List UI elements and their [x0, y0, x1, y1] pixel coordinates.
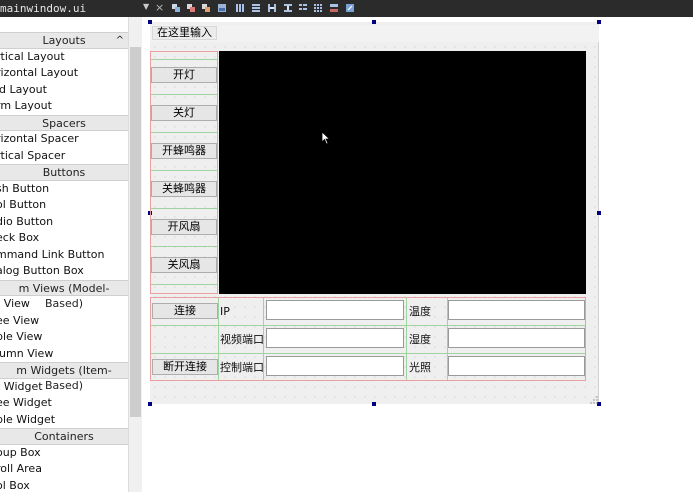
category-containers[interactable]: Containers [0, 428, 128, 445]
fan-on-button[interactable]: 开风扇 [151, 219, 217, 235]
humidity-input[interactable] [448, 328, 585, 348]
edit-tab-order-icon[interactable] [217, 3, 227, 13]
form-menu-bar: 在这里输入 [150, 25, 599, 42]
layout-form-icon[interactable] [298, 3, 308, 13]
disconnect-button[interactable]: 断开连接 [152, 359, 218, 375]
layout-h-splitter-icon[interactable] [267, 3, 277, 13]
fan-off-button[interactable]: 关风扇 [151, 257, 217, 273]
layout-guide [151, 59, 217, 60]
light-on-button[interactable]: 开灯 [151, 67, 217, 83]
selection-handle[interactable] [597, 211, 601, 215]
buzzer-off-button[interactable]: 关蜂鸣器 [151, 181, 217, 197]
selection-handle[interactable] [148, 402, 152, 406]
widget-item-form-layout[interactable]: rm Layout [0, 98, 128, 115]
widget-item-radio-button[interactable]: dio Button [0, 214, 128, 231]
layout-grid-icon[interactable] [313, 3, 323, 13]
menu-type-here-entry[interactable]: 在这里输入 [152, 26, 217, 40]
temperature-input[interactable] [448, 300, 585, 320]
widget-item-push-button[interactable]: sh Button [0, 181, 128, 198]
layout-guide [151, 353, 585, 354]
layout-guide [406, 298, 407, 380]
adjust-size-icon[interactable] [345, 3, 355, 13]
close-icon[interactable]: × [155, 0, 164, 16]
selection-handle[interactable] [597, 20, 601, 24]
selection-handle[interactable] [372, 20, 376, 24]
humidity-label: 湿度 [409, 333, 431, 346]
widget-box-scrollbar[interactable] [128, 17, 142, 492]
selection-handle[interactable] [372, 402, 376, 406]
connection-grid-layout: 连接 断开连接 IP 视频端口 控制端口 温度 湿度 光照 [150, 297, 586, 381]
resize-grip-icon[interactable] [590, 396, 598, 404]
widget-item-dialog-button-box[interactable]: alog Button Box [0, 263, 128, 280]
widget-item-scroll-area[interactable]: roll Area [0, 461, 128, 478]
video-port-label: 视频端口 [220, 333, 264, 346]
widget-box-panel: Layouts ^ rtical Layout rizontal Layout i… [0, 17, 142, 492]
file-tab[interactable]: mainwindow.ui [0, 1, 146, 16]
layout-v-splitter-icon[interactable] [283, 3, 293, 13]
widget-item-command-link-button[interactable]: mmand Link Button [0, 247, 128, 264]
mouse-cursor-icon [321, 131, 331, 145]
layout-guide [151, 132, 217, 133]
selection-handle[interactable] [148, 20, 152, 24]
category-title: Layouts [42, 34, 86, 47]
widget-item-table-view[interactable]: ble View [0, 329, 128, 346]
light-off-button[interactable]: 关灯 [151, 105, 217, 121]
control-button-layout: 开灯 关灯 开蜂鸣器 关蜂鸣器 开风扇 关风扇 [150, 51, 218, 294]
connect-button[interactable]: 连接 [152, 303, 218, 319]
temperature-label: 温度 [409, 305, 431, 318]
video-port-input[interactable] [266, 328, 404, 348]
edit-signals-icon[interactable] [186, 3, 196, 13]
widget-item-vertical-spacer[interactable]: rtical Spacer [0, 148, 128, 165]
buzzer-on-button[interactable]: 开蜂鸣器 [151, 143, 217, 159]
control-port-label: 控制端口 [220, 361, 264, 374]
collapse-icon[interactable]: ^ [116, 33, 124, 48]
widget-item-tree-widget[interactable]: ee Widget [0, 395, 128, 412]
widget-item-grid-layout[interactable]: id Layout [0, 82, 128, 99]
ip-input[interactable] [266, 300, 404, 320]
widget-item-table-widget[interactable]: ble Widget [0, 412, 128, 429]
layout-guide [151, 284, 217, 285]
control-port-input[interactable] [266, 356, 404, 376]
widget-item-vertical-layout[interactable]: rtical Layout [0, 49, 128, 66]
layout-guide [151, 325, 585, 326]
widget-item-horizontal-spacer[interactable]: rizontal Spacer [0, 131, 128, 148]
layout-guide [151, 208, 217, 209]
widget-item-group-box[interactable]: oup Box [0, 445, 128, 462]
edit-widgets-icon[interactable] [171, 3, 181, 13]
category-item-widgets[interactable]: m Widgets (Item-Based) [0, 362, 128, 392]
edit-buddies-icon[interactable] [201, 3, 211, 13]
editor-tab-bar: mainwindow.ui ▼ × [0, 0, 693, 17]
widget-box-list: Layouts ^ rtical Layout rizontal Layout i… [0, 32, 128, 492]
scrollbar-thumb[interactable] [130, 47, 141, 417]
layout-guide [218, 298, 219, 380]
layout-guide [151, 170, 217, 171]
widget-item-tool-box[interactable]: ol Box [0, 478, 128, 492]
category-buttons[interactable]: Buttons [0, 164, 128, 181]
layout-guide [151, 246, 217, 247]
break-layout-icon[interactable] [329, 3, 339, 13]
widget-item-column-view[interactable]: lumn View [0, 346, 128, 363]
ip-label: IP [220, 305, 230, 318]
layout-guide [151, 94, 217, 95]
light-input[interactable] [448, 356, 585, 376]
category-layouts[interactable]: Layouts ^ [0, 32, 128, 49]
widget-item-horizontal-layout[interactable]: rizontal Layout [0, 65, 128, 82]
file-dropdown-icon[interactable]: ▼ [143, 2, 149, 11]
widget-item-tree-view[interactable]: ee View [0, 313, 128, 330]
light-label: 光照 [409, 361, 431, 374]
layout-vertical-icon[interactable] [251, 3, 261, 13]
layout-horizontal-icon[interactable] [235, 3, 245, 13]
category-spacers[interactable]: Spacers [0, 114, 128, 131]
video-display-label [219, 51, 586, 294]
widget-item-tool-button[interactable]: ol Button [0, 197, 128, 214]
widget-item-check-box[interactable]: eck Box [0, 230, 128, 247]
category-item-views[interactable]: m Views (Model-Based) [0, 279, 128, 310]
